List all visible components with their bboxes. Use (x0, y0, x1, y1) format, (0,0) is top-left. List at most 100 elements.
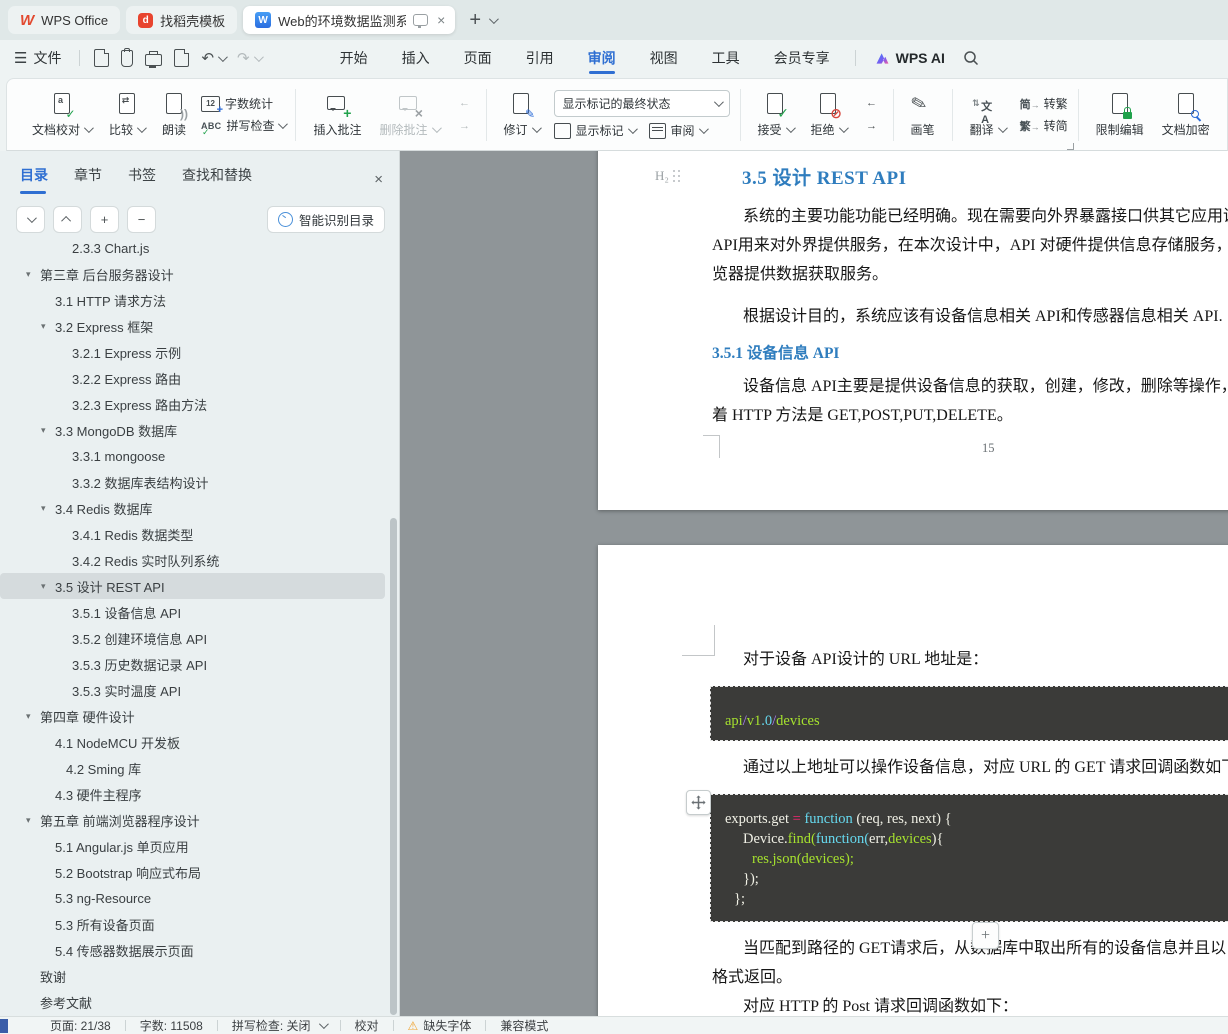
drag-handle-icon[interactable] (673, 170, 681, 183)
document-page-2[interactable]: 对于设备 API设计的 URL 地址是： api/v1.0/devices 通过… (598, 545, 1228, 1016)
menu-tab-7[interactable]: 会员专享 (757, 40, 847, 76)
status-compat-mode[interactable]: 兼容模式 (486, 1017, 562, 1034)
toc-collapse-icon[interactable]: ▾ (41, 581, 46, 592)
sidebar-tab-bookmarks[interactable]: 书签 (128, 165, 156, 194)
menu-tab-5[interactable]: 视图 (633, 40, 695, 76)
collapse-all-button[interactable] (16, 206, 45, 233)
smart-toc-button[interactable]: 智能识别目录 (267, 206, 385, 233)
menu-tab-3[interactable]: 引用 (509, 40, 571, 76)
export-button[interactable] (121, 50, 133, 67)
toc-item[interactable]: 5.3 所有设备页面 (0, 911, 385, 937)
toc-item[interactable]: 4.2 Sming 库 (0, 755, 385, 781)
next-change-button[interactable]: → (861, 117, 883, 135)
restrict-editing-button[interactable]: 限制编辑 (1089, 88, 1151, 142)
menu-tab-1[interactable]: 插入 (385, 40, 447, 76)
menu-tab-2[interactable]: 页面 (447, 40, 509, 76)
status-missing-font[interactable]: ⚠ 缺失字体 (394, 1017, 486, 1034)
toc-item[interactable]: 3.5.3 实时温度 API (0, 677, 385, 703)
compare-button[interactable]: ⇄ 比较 (102, 88, 151, 142)
file-menu-button[interactable]: 文件 (33, 48, 61, 68)
zoom-in-level-button[interactable]: + (90, 206, 119, 233)
proofread-button[interactable]: a✓ 文档校对 (25, 88, 98, 142)
toc-item[interactable]: ▾3.3 MongoDB 数据库 (0, 417, 385, 443)
wps-ai-button[interactable]: WPS AI (874, 50, 945, 66)
status-spell-check[interactable]: 拼写检查: 关闭 (218, 1017, 340, 1034)
toc-item[interactable]: 3.3.1 mongoose (0, 443, 385, 469)
toc-item[interactable]: ▾3.2 Express 框架 (0, 313, 385, 339)
toc-item[interactable]: ▾3.4 Redis 数据库 (0, 495, 385, 521)
sidebar-scrollbar[interactable] (390, 518, 397, 1015)
tab-mode-icon[interactable] (413, 14, 428, 26)
toc-item[interactable]: 参考文献 (0, 989, 385, 1015)
document-page-1[interactable]: H₂ 3.5 设计 REST API 系统的主要功能功能已经明确。现在需要向外界… (598, 151, 1228, 510)
toc-item[interactable]: 3.5.2 创建环境信息 API (0, 625, 385, 651)
to-traditional-button[interactable]: 简→ 转繁 (1020, 95, 1068, 112)
group-expand-icon[interactable] (1067, 143, 1074, 150)
encrypt-document-button[interactable]: 文档加密 (1155, 88, 1217, 142)
toc-item[interactable]: 3.3.2 数据库表结构设计 (0, 469, 385, 495)
status-page-indicator[interactable]: 页面: 21/38 (36, 1017, 125, 1034)
toc-item[interactable]: 3.5.1 设备信息 API (0, 599, 385, 625)
review-pane-button[interactable]: 审阅 (649, 122, 706, 139)
move-table-handle[interactable] (686, 790, 711, 815)
heading-level-badge[interactable]: H₂ (655, 168, 681, 184)
new-tab-button[interactable]: + (469, 9, 481, 32)
show-markup-button[interactable]: 显示标记 (554, 122, 635, 139)
zoom-out-level-button[interactable]: − (127, 206, 156, 233)
sidebar-tab-toc[interactable]: 目录 (20, 165, 48, 194)
search-icon[interactable] (963, 50, 979, 66)
sidebar-close-icon[interactable]: × (374, 171, 383, 188)
toc-collapse-icon[interactable]: ▾ (26, 711, 31, 722)
insert-comment-button[interactable]: + 插入批注 (306, 88, 368, 142)
menu-tab-6[interactable]: 工具 (695, 40, 757, 76)
sidebar-tab-chapters[interactable]: 章节 (74, 165, 102, 194)
toc-item[interactable]: 3.4.2 Redis 实时队列系统 (0, 547, 385, 573)
toc-collapse-icon[interactable]: ▾ (26, 815, 31, 826)
menu-tab-4[interactable]: 审阅 (571, 40, 633, 76)
tab-wps-office[interactable]: W WPS Office (8, 6, 120, 34)
status-proofread-button[interactable]: 校对 (341, 1017, 393, 1034)
insert-row-plus-button[interactable]: + (972, 922, 999, 949)
accept-button[interactable]: ✓ 接受 (751, 88, 800, 142)
toc-item[interactable]: 4.1 NodeMCU 开发板 (0, 729, 385, 755)
toc-item[interactable]: 5.1 Angular.js 单页应用 (0, 833, 385, 859)
reject-button[interactable]: ⊘ 拒绝 (804, 88, 853, 142)
menu-tab-0[interactable]: 开始 (323, 40, 385, 76)
expand-all-button[interactable] (53, 206, 82, 233)
toc-item[interactable]: 3.2.3 Express 路由方法 (0, 391, 385, 417)
track-changes-button[interactable]: ✎ 修订 (497, 88, 546, 142)
undo-button[interactable]: ↶ (201, 49, 225, 67)
redo-button[interactable]: ↷ (237, 49, 261, 67)
code-block-url[interactable]: api/v1.0/devices (710, 686, 1228, 741)
toc-item[interactable]: 4.3 硬件主程序 (0, 781, 385, 807)
print-button[interactable] (145, 51, 162, 66)
toc-collapse-icon[interactable]: ▾ (41, 425, 46, 436)
translate-button[interactable]: 文A 翻译 (963, 88, 1012, 142)
toc-item[interactable]: 致谢 (0, 963, 385, 989)
print-preview-button[interactable] (174, 49, 189, 67)
previous-comment-button[interactable]: ← (454, 94, 476, 112)
tab-document[interactable]: W Web的环境数据监测系统的设 × (243, 6, 455, 34)
tab-list-chevron-icon[interactable] (489, 14, 499, 24)
read-aloud-button[interactable]: )) 朗读 (155, 88, 193, 142)
toc-item[interactable]: ▾第四章 硬件设计 (0, 703, 385, 729)
next-comment-button[interactable]: → (454, 117, 476, 135)
toc-collapse-icon[interactable]: ▾ (41, 503, 46, 514)
to-simplified-button[interactable]: 繁→ 转简 (1020, 117, 1068, 134)
toc-collapse-icon[interactable]: ▾ (41, 321, 46, 332)
toc-item[interactable]: 5.4 传感器数据展示页面 (0, 937, 385, 963)
toc-item[interactable]: 5.3 ng-Resource (0, 885, 385, 911)
previous-change-button[interactable]: ← (861, 94, 883, 112)
delete-comment-button[interactable]: × 删除批注 (372, 88, 445, 142)
brush-button[interactable]: ✎ 画笔 (904, 88, 942, 142)
hamburger-icon[interactable]: ☰ (14, 49, 27, 67)
word-count-button[interactable]: 12 字数统计 (201, 95, 285, 112)
markup-state-dropdown[interactable]: 显示标记的最终状态 (554, 90, 730, 117)
toc-item[interactable]: 3.1 HTTP 请求方法 (0, 287, 385, 313)
toc-item[interactable]: 3.5.3 历史数据记录 API (0, 651, 385, 677)
toc-collapse-icon[interactable]: ▾ (26, 269, 31, 280)
toc-item[interactable]: 3.2.1 Express 示例 (0, 339, 385, 365)
toc-item[interactable]: ▾3.5 设计 REST API (0, 573, 385, 599)
finalize-document-button[interactable]: ✓ 文档定稿 (1221, 88, 1228, 142)
spell-check-button[interactable]: ABC 拼写检查 (201, 117, 285, 134)
